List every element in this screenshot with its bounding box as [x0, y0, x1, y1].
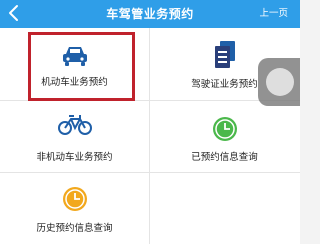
bicycle-icon	[57, 115, 92, 135]
license-document-icon	[214, 41, 235, 68]
menu-item-non-motor-booking[interactable]: 非机动车业务预约	[0, 101, 149, 173]
menu-item-booked-query[interactable]: 已预约信息查询	[150, 101, 299, 173]
menu-item-history-query[interactable]: 历史预约信息查询	[0, 173, 149, 244]
floating-assistive-button[interactable]	[258, 58, 300, 106]
menu-item-label: 历史预约信息查询	[36, 223, 113, 234]
divider	[149, 28, 150, 244]
clock-icon	[62, 187, 87, 211]
menu-item-label: 已预约信息查询	[191, 152, 258, 163]
previous-page-link[interactable]: 上一页	[259, 0, 288, 28]
menu-item-label: 非机动车业务预约	[36, 152, 113, 163]
page-title: 车驾管业务预约	[106, 7, 194, 21]
assistive-touch-icon	[266, 68, 294, 96]
clock-icon	[212, 117, 237, 141]
highlight-box	[28, 32, 135, 101]
top-bar: 车驾管业务预约 上一页	[0, 0, 300, 28]
